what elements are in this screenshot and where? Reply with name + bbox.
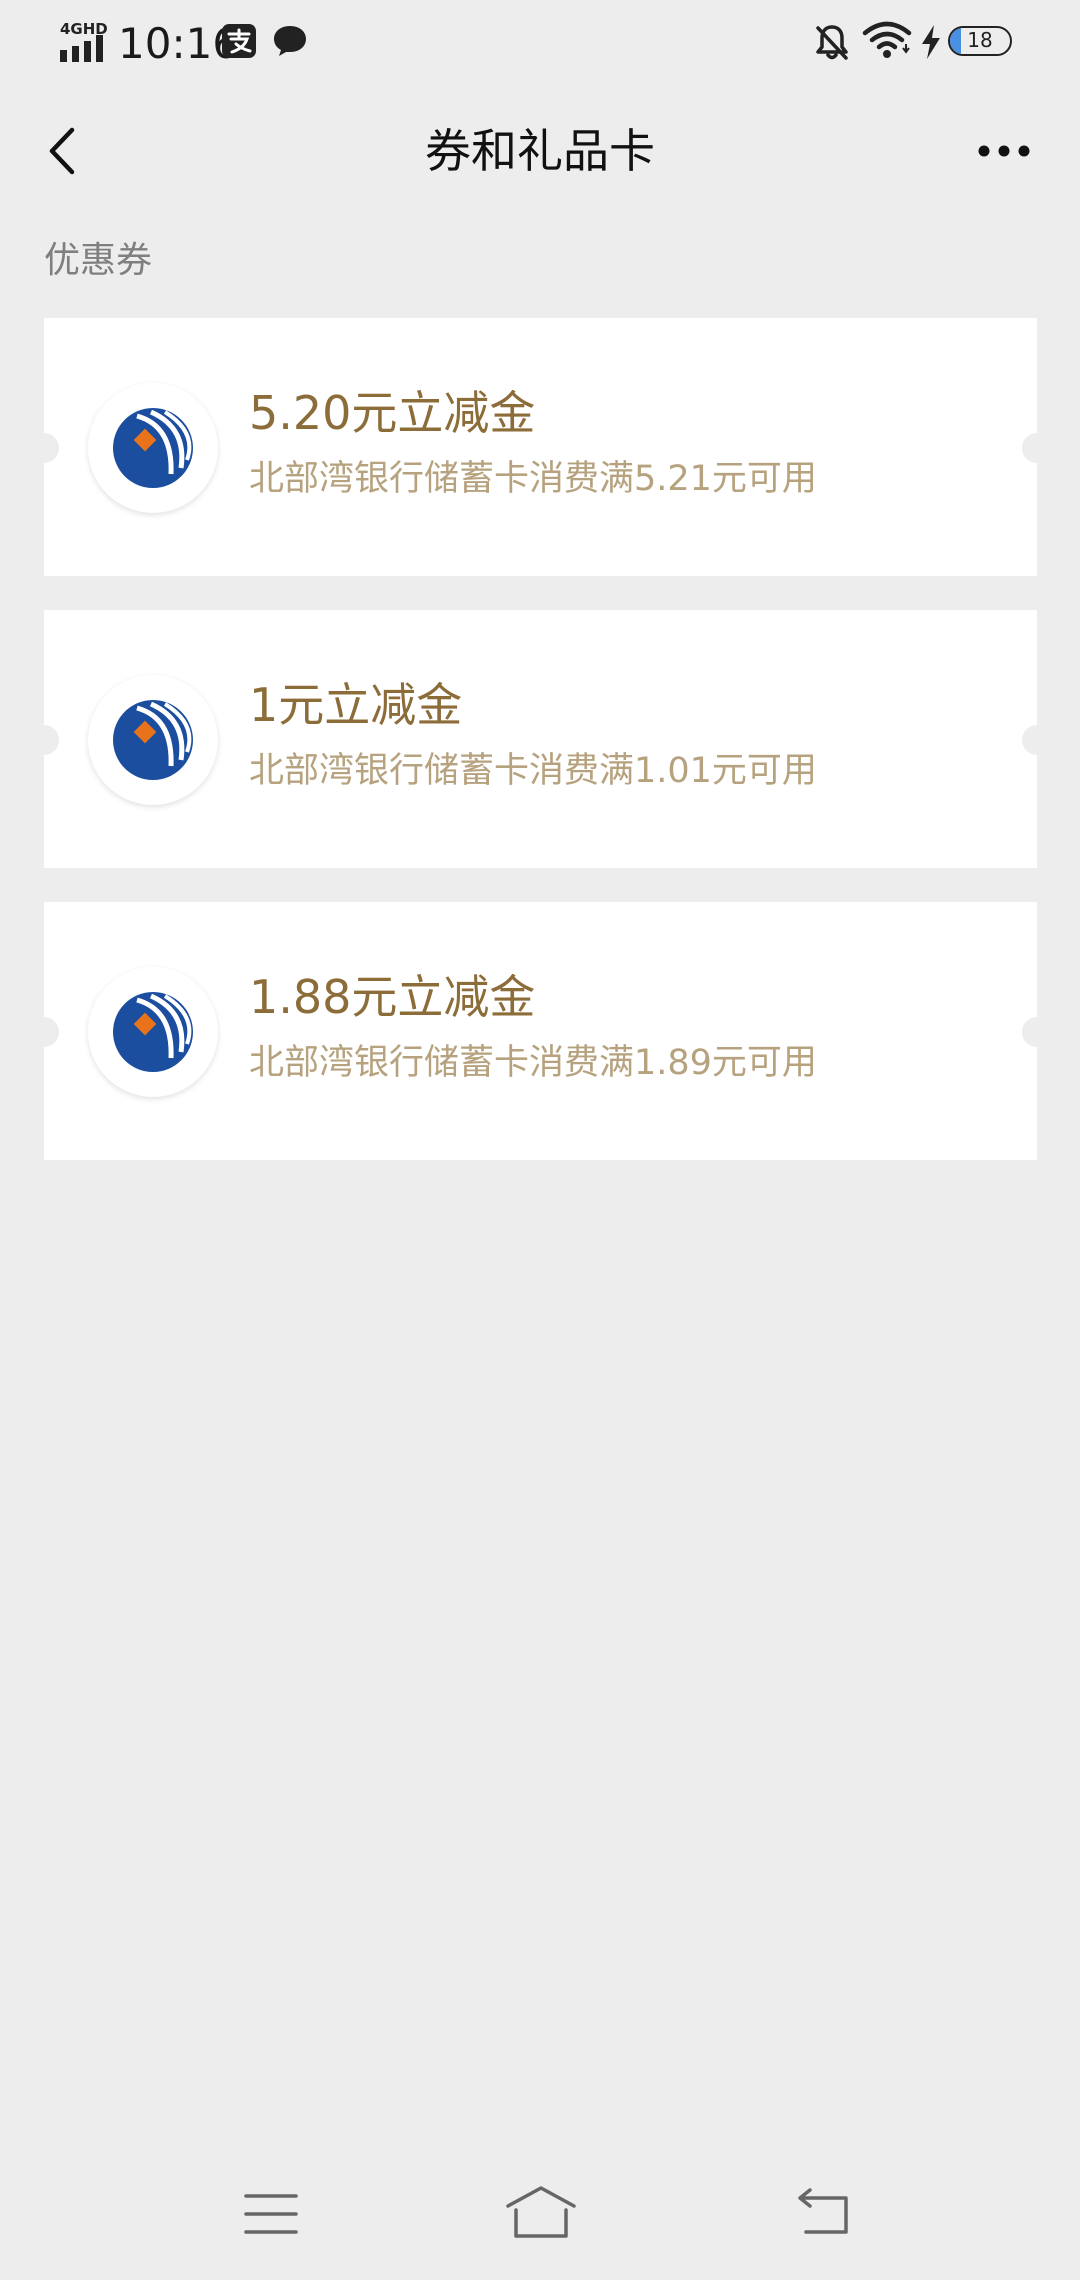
system-navigation-bar	[0, 2170, 1080, 2260]
wifi-icon	[862, 21, 912, 58]
coupon-title: 1元立减金	[249, 678, 463, 732]
battery-percentage: 18	[967, 28, 993, 52]
page-title: 券和礼品卡	[425, 124, 655, 178]
coupon-condition: 北部湾银行储蓄卡消费满5.21元可用	[249, 459, 817, 499]
signal-icon	[60, 35, 103, 62]
bank-logo-icon	[88, 383, 218, 513]
card-notch-right	[1022, 1017, 1052, 1047]
coupon-condition: 北部湾银行储蓄卡消费满1.01元可用	[249, 751, 817, 791]
home-icon[interactable]	[504, 2184, 578, 2242]
status-time: 10:16	[118, 19, 240, 68]
coupon-card[interactable]: 5.20元立减金 北部湾银行储蓄卡消费满5.21元可用	[29, 318, 1052, 576]
card-notch-left	[29, 725, 59, 755]
bank-logo-icon	[88, 967, 218, 1097]
bell-muted-icon	[816, 25, 848, 60]
card-notch-left	[29, 1017, 59, 1047]
more-dots-icon[interactable]	[966, 116, 1046, 186]
battery-indicator: 18	[948, 26, 1012, 56]
coupon-card[interactable]: 1.88元立减金 北部湾银行储蓄卡消费满1.89元可用	[29, 902, 1052, 1160]
coupon-list: 5.20元立减金 北部湾银行储蓄卡消费满5.21元可用 1元立减金 北部湾银行储…	[29, 318, 1052, 1194]
coupon-title: 1.88元立减金	[249, 970, 536, 1024]
coupon-card[interactable]: 1元立减金 北部湾银行储蓄卡消费满1.01元可用	[29, 610, 1052, 868]
bank-logo-icon	[88, 675, 218, 805]
card-notch-left	[29, 433, 59, 463]
chat-bubble-icon	[274, 26, 306, 56]
navigation-bar: 券和礼品卡	[0, 96, 1080, 206]
status-bar: 4GHD 10:16 18	[0, 0, 1080, 84]
card-notch-right	[1022, 433, 1052, 463]
card-notch-right	[1022, 725, 1052, 755]
charging-bolt-icon	[922, 25, 940, 59]
system-back-icon[interactable]	[796, 2186, 852, 2238]
coupon-condition: 北部湾银行储蓄卡消费满1.89元可用	[249, 1043, 817, 1083]
coupon-title: 5.20元立减金	[249, 386, 536, 440]
alipay-icon	[222, 24, 256, 58]
section-label-coupons: 优惠券	[44, 240, 153, 281]
menu-lines-icon[interactable]	[244, 2190, 298, 2238]
